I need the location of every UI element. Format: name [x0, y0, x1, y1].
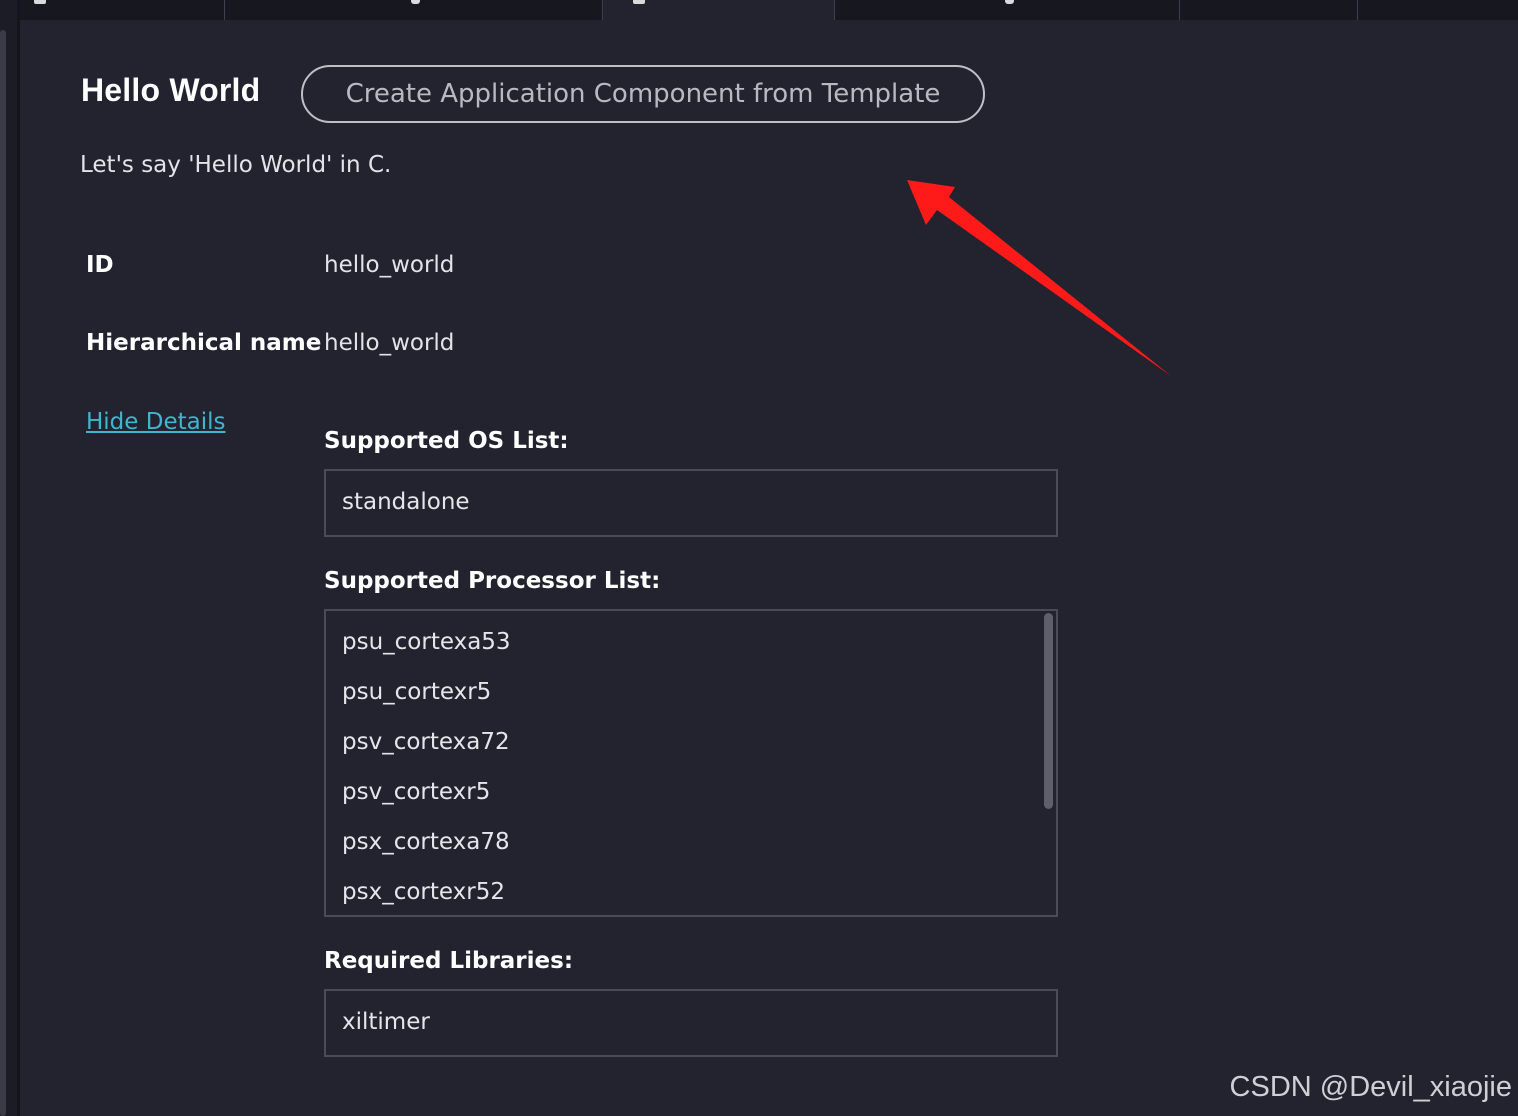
panel-separator[interactable]	[17, 0, 20, 1116]
processor-list-item[interactable]: psu_cortexa53	[342, 629, 511, 655]
processor-list-scrollbar[interactable]	[1044, 613, 1053, 809]
template-detail-page: Hello World Create Application Component…	[0, 0, 1518, 1116]
processor-list-item[interactable]: psu_cortexr5	[342, 679, 491, 705]
os-list-item[interactable]: standalone	[342, 489, 470, 515]
editor-tab-1[interactable]	[20, 0, 225, 20]
editor-tab-2[interactable]	[225, 0, 603, 20]
editor-tab-active[interactable]	[603, 0, 835, 20]
create-from-template-button[interactable]: Create Application Component from Templa…	[301, 65, 985, 123]
os-list-label: Supported OS List:	[324, 428, 569, 454]
hierarchical-name-value: hello_world	[324, 330, 455, 356]
left-panel-edge	[0, 0, 20, 1116]
processor-list-item[interactable]: psv_cortexa72	[342, 729, 510, 755]
editor-tab-5[interactable]	[1180, 0, 1358, 20]
processor-list-item[interactable]: psx_cortexr52	[342, 879, 505, 905]
id-label: ID	[86, 252, 114, 278]
watermark-text: CSDN @Devil_xiaojie	[1229, 1071, 1512, 1103]
file-icon	[34, 0, 46, 4]
editor-tab-strip	[20, 0, 1518, 20]
page-title: Hello World	[81, 72, 261, 108]
os-list-box[interactable]: standalone	[324, 469, 1058, 537]
editor-tab-4[interactable]	[835, 0, 1180, 20]
required-libraries-label: Required Libraries:	[324, 948, 574, 974]
tab-text-fragment-icon	[411, 0, 420, 4]
processor-list-item[interactable]: psv_cortexr5	[342, 779, 490, 805]
id-value: hello_world	[324, 252, 455, 278]
required-libraries-box[interactable]: xiltimer	[324, 989, 1058, 1057]
processor-list-label: Supported Processor List:	[324, 568, 661, 594]
processor-list-box[interactable]: psu_cortexa53 psu_cortexr5 psv_cortexa72…	[324, 609, 1058, 917]
processor-list-item[interactable]: psx_cortexa78	[342, 829, 510, 855]
hierarchical-name-label: Hierarchical name	[86, 330, 322, 356]
left-scrollbar[interactable]	[0, 30, 6, 1116]
template-description: Let's say 'Hello World' in C.	[80, 152, 392, 178]
library-item[interactable]: xiltimer	[342, 1009, 430, 1035]
file-icon	[633, 0, 645, 4]
hide-details-link[interactable]: Hide Details	[86, 409, 225, 435]
editor-tab-6[interactable]	[1358, 0, 1518, 20]
tab-text-fragment-icon	[1005, 0, 1014, 4]
